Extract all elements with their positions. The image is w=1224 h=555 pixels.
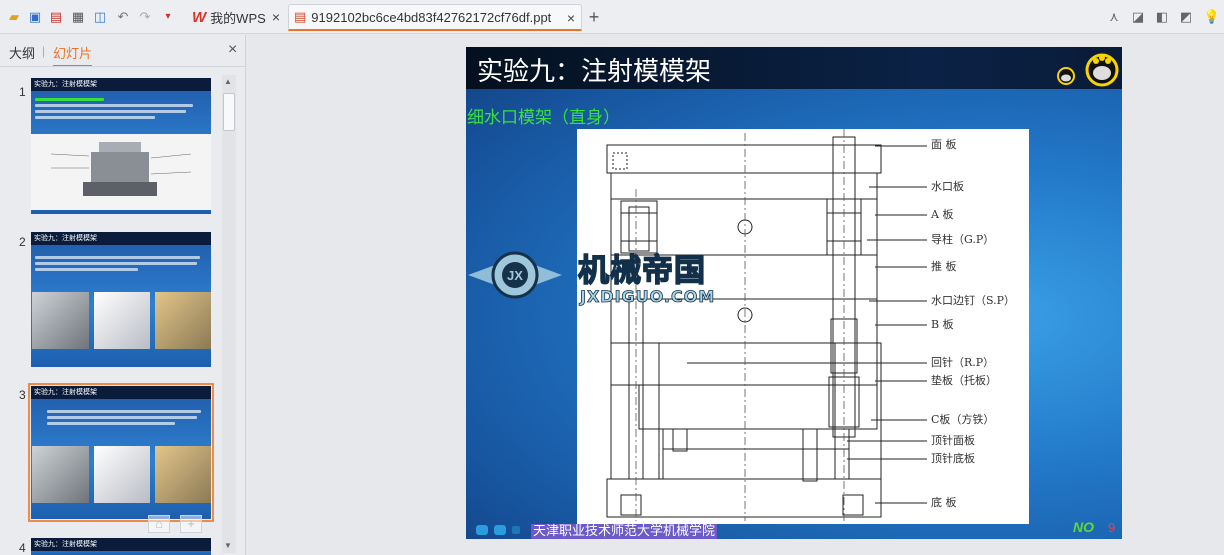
tab-separator: | (42, 44, 46, 58)
slide-number: 1 (19, 85, 26, 99)
slide-number-value: 9 (1108, 520, 1116, 535)
save-icon[interactable]: ▣ (27, 9, 43, 25)
watermark: JX 机械帝国 JXDIGUO.COM (466, 243, 762, 309)
scrollbar-thumb[interactable] (223, 93, 235, 131)
tab-my-wps[interactable]: W 我的WPS × (186, 4, 286, 31)
dropdown-icon[interactable]: ▾ (160, 9, 176, 25)
label-support-plate: 垫板（托板） (931, 374, 997, 387)
move-slide-icon[interactable]: ⌂ (148, 515, 170, 533)
scroll-down-icon[interactable]: ▼ (224, 541, 232, 550)
label-runner-plate: 水口板 (931, 180, 964, 193)
scroll-up-icon[interactable]: ▲ (224, 77, 232, 86)
slide-thumbnail-3[interactable]: 实验九：注射模模架 (28, 383, 214, 522)
slide-title: 实验九：注射模模架 (477, 57, 712, 87)
slide-subtitle: 细水口模架（直身） (467, 108, 620, 128)
label-guide-pin: 导柱（G.P） (931, 233, 995, 246)
ppt-file-icon: ▤ (294, 9, 307, 24)
tab-label: 9192102bc6ce4bd83f42762172cf76df.ppt (311, 9, 552, 25)
thumbnail-mold-image (31, 134, 211, 210)
thumbnail-title: 实验九：注射模模架 (31, 232, 211, 245)
slide-number-label: NO (1073, 519, 1094, 535)
label-c-plate: C板（方铁） (931, 413, 995, 426)
thumbnail-title: 实验九：注射模模架 (31, 386, 211, 399)
panel-scrollbar[interactable]: ▲ ▼ (222, 75, 236, 553)
export-pdf-icon[interactable]: ▤ (48, 9, 64, 25)
skin-icon[interactable]: ◪ (1130, 9, 1146, 25)
mold-base-drawing: 面 板 水口板 A 板 导柱（G.P） 推 板 水口边钉（S.P） B 板 回针… (577, 129, 1029, 524)
panel-divider (0, 66, 245, 67)
label-sprue-pin: 水口边钉（S.P） (931, 294, 1016, 307)
top-toolbar: ▰ ▣ ▤ ▦ ◫ ↶ ↷ ▾ W 我的WPS × ▤ 9192102bc6ce… (0, 0, 1224, 34)
slide-thumbnail-1[interactable]: 实验九：注射模模架 (31, 78, 211, 214)
watermark-text-en: JXDIGUO.COM (580, 287, 716, 307)
add-slide-icon[interactable]: + (180, 515, 202, 533)
slide-footer: 天津职业技术师范大学机械学院 (531, 524, 718, 539)
redo-icon[interactable]: ↷ (137, 9, 153, 25)
slides-panel: 大纲 | 幻灯片 × 1 实验九：注射模模架 2 实验九：注射模模架 3 实验九… (0, 35, 246, 555)
thumbnail-photo (32, 446, 89, 503)
thumbnail-photo (94, 446, 150, 503)
thumbnail-title: 实验九：注射模模架 (31, 78, 211, 91)
footer-bar-icon (476, 525, 520, 535)
slide-number: 4 (19, 541, 26, 555)
label-ejector-retainer: 顶针面板 (931, 434, 975, 447)
label-top-plate: 面 板 (931, 138, 957, 151)
new-tab-icon[interactable]: + (586, 8, 602, 26)
svg-text:JX: JX (507, 268, 523, 283)
label-b-plate: B 板 (931, 318, 954, 331)
close-panel-icon[interactable]: × (228, 41, 237, 59)
tab-slides[interactable]: 幻灯片 (53, 43, 93, 67)
close-icon[interactable]: × (272, 9, 280, 25)
label-ejector-plate: 顶针底板 (931, 452, 975, 465)
slide-thumbnail-4[interactable]: 实验九：注射模模架 (31, 538, 211, 555)
wps-icon: W (192, 9, 207, 26)
print-preview-icon[interactable]: ◫ (92, 9, 108, 25)
label-return-pin: 回针（R.P） (931, 356, 995, 369)
tab-label: 我的WPS (210, 11, 266, 26)
settings-icon[interactable]: ◧ (1154, 9, 1170, 25)
thumbnail-photo (32, 292, 89, 349)
label-stripper-plate: 推 板 (931, 260, 957, 273)
watermark-text-cn: 机械帝国 (577, 252, 706, 290)
undo-icon[interactable]: ↶ (115, 9, 131, 25)
tab-outline[interactable]: 大纲 (9, 43, 35, 62)
slide-number: 3 (19, 388, 26, 402)
label-bottom-plate: 底 板 (931, 496, 957, 509)
thumbnail-text (47, 410, 207, 428)
thumbnail-photo (155, 292, 211, 349)
thumbnail-title: 实验九：注射模模架 (31, 538, 211, 551)
thumbnail-photo (155, 446, 211, 503)
print-icon[interactable]: ▦ (70, 9, 86, 25)
slide-thumbnail-2[interactable]: 实验九：注射模模架 (31, 232, 211, 367)
bookmark-icon[interactable]: ◩ (1178, 9, 1194, 25)
tip-icon[interactable]: 💡 (1204, 9, 1220, 25)
thumbnail-text (35, 256, 207, 274)
open-folder-icon[interactable]: ▰ (6, 9, 22, 25)
slide-number: 2 (19, 235, 26, 249)
tab-ppt-file[interactable]: ▤ 9192102bc6ce4bd83f42762172cf76df.ppt × (288, 4, 582, 31)
label-a-plate: A 板 (931, 208, 954, 221)
close-icon[interactable]: × (567, 10, 575, 26)
minimize-ribbon-icon[interactable]: ⋏ (1106, 9, 1122, 25)
logo-icon (1057, 53, 1119, 87)
thumbnail-photo (94, 292, 150, 349)
thumbnail-text (35, 98, 207, 122)
